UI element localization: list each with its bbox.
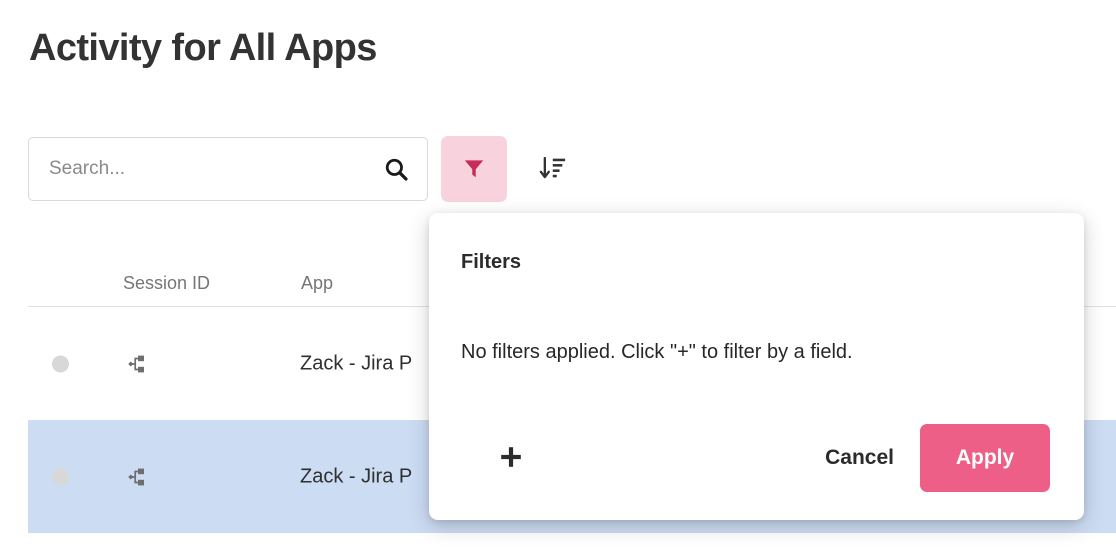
cell-app: Zack - Jira P (300, 465, 413, 487)
sort-button[interactable] (533, 149, 573, 189)
plus-icon (497, 443, 525, 474)
dialog-title: Filters (461, 251, 522, 273)
page-title: Activity for All Apps (29, 27, 377, 69)
add-filter-button[interactable] (489, 436, 533, 480)
activity-page: Activity for All Apps Search... Session … (0, 0, 1116, 558)
cancel-button[interactable]: Cancel (821, 436, 898, 480)
status-badge (52, 468, 69, 485)
column-header-app[interactable]: App (301, 273, 333, 294)
dialog-empty-message: No filters applied. Click "+" to filter … (461, 341, 853, 363)
filter-button[interactable] (441, 136, 507, 202)
cell-app: Zack - Jira P (300, 352, 413, 374)
sort-descending-icon (539, 154, 567, 185)
search-box[interactable] (28, 137, 428, 201)
funnel-icon (461, 155, 487, 184)
filters-dialog: Filters No filters applied. Click "+" to… (429, 213, 1084, 520)
search-input[interactable] (29, 138, 427, 200)
toolbar (28, 136, 573, 202)
hierarchy-icon (122, 463, 150, 491)
dialog-footer: Cancel Apply (429, 424, 1084, 492)
hierarchy-icon (122, 350, 150, 378)
apply-button[interactable]: Apply (920, 424, 1050, 492)
status-badge (52, 355, 69, 372)
column-header-session-id[interactable]: Session ID (123, 273, 210, 294)
